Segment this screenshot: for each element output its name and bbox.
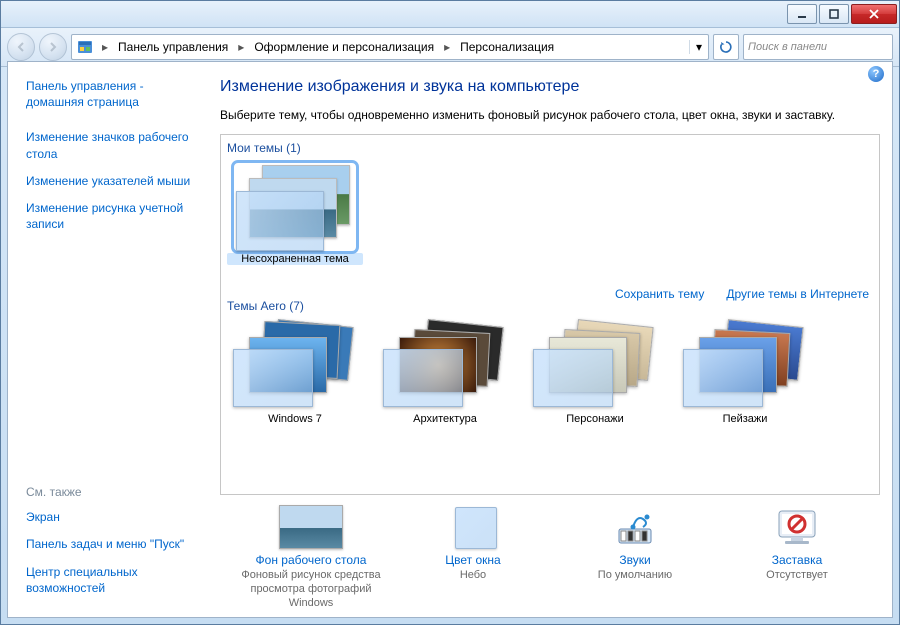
window: ▸ Панель управления ▸ Оформление и персо… (0, 0, 900, 625)
setting-value: По умолчанию (554, 569, 716, 583)
titlebar (1, 1, 899, 28)
settings-row: Фон рабочего стола Фоновый рисунок средс… (220, 495, 888, 617)
setting-sounds[interactable]: Звуки По умолчанию (554, 505, 716, 617)
my-themes-row: Несохраненная тема (221, 161, 879, 265)
theme-item-unsaved[interactable]: Несохраненная тема (227, 165, 363, 265)
theme-thumbnail (381, 323, 509, 409)
setting-link[interactable]: Фон рабочего стола (256, 553, 367, 567)
forward-button[interactable] (39, 33, 67, 61)
breadcrumb-segment[interactable]: Оформление и персонализация (248, 35, 440, 59)
chevron-right-icon[interactable]: ▸ (440, 35, 454, 59)
theme-label: Несохраненная тема (227, 253, 363, 265)
see-also-section: См. также Экран Панель задач и меню "Пус… (26, 485, 198, 607)
screensaver-icon (765, 505, 829, 549)
theme-thumbnail (681, 323, 809, 409)
help-icon[interactable]: ? (868, 66, 884, 82)
setting-value: Отсутствует (716, 569, 878, 583)
setting-window-color[interactable]: Цвет окна Небо (392, 505, 554, 617)
theme-item-windows7[interactable]: Windows 7 (227, 323, 363, 425)
setting-link[interactable]: Цвет окна (445, 553, 500, 567)
aero-themes-row: Windows 7 Архитектура (221, 319, 879, 425)
client-area: Панель управления - домашняя страница Из… (7, 61, 893, 618)
setting-link[interactable]: Заставка (772, 553, 823, 567)
theme-label: Архитектура (377, 413, 513, 425)
minimize-button[interactable] (787, 4, 817, 24)
search-input[interactable]: Поиск в панели (743, 34, 893, 60)
maximize-button[interactable] (819, 4, 849, 24)
setting-value: Небо (392, 569, 554, 583)
search-placeholder: Поиск в панели (748, 41, 827, 53)
desktop-background-icon (279, 505, 343, 549)
sidebar-link-desktop-icons[interactable]: Изменение значков рабочего стола (26, 129, 198, 161)
back-button[interactable] (7, 33, 35, 61)
see-also-ease-of-access[interactable]: Центр специальных возможностей (26, 564, 198, 596)
breadcrumb-dropdown[interactable]: ▾ (689, 40, 708, 54)
breadcrumb[interactable]: ▸ Панель управления ▸ Оформление и персо… (71, 34, 709, 60)
breadcrumb-icon (74, 36, 96, 58)
theme-label: Windows 7 (227, 413, 363, 425)
window-color-icon (441, 505, 505, 549)
my-themes-header: Мои темы (1) (221, 135, 879, 161)
setting-screensaver[interactable]: Заставка Отсутствует (716, 505, 878, 617)
theme-actions: Сохранить тему Другие темы в Интернете (615, 287, 869, 301)
theme-item-landscapes[interactable]: Пейзажи (677, 323, 813, 425)
theme-item-architecture[interactable]: Архитектура (377, 323, 513, 425)
main-content: ? Изменение изображения и звука на компь… (210, 62, 892, 617)
sidebar: Панель управления - домашняя страница Из… (8, 62, 210, 617)
setting-link[interactable]: Звуки (619, 553, 650, 567)
setting-value: Фоновый рисунок средства просмотра фотог… (230, 569, 392, 610)
sidebar-link-mouse-pointers[interactable]: Изменение указателей мыши (26, 173, 198, 189)
online-themes-link[interactable]: Другие темы в Интернете (726, 287, 869, 301)
themes-container: Мои темы (1) Несохраненная тема Сохранит… (220, 134, 880, 495)
sidebar-home[interactable]: Панель управления - домашняя страница (26, 78, 198, 110)
chevron-right-icon[interactable]: ▸ (234, 35, 248, 59)
close-button[interactable] (851, 4, 897, 24)
sidebar-link-account-picture[interactable]: Изменение рисунка учетной записи (26, 200, 198, 232)
theme-thumbnail (531, 323, 659, 409)
theme-label: Персонажи (527, 413, 663, 425)
page-heading: Изменение изображения и звука на компьют… (220, 78, 888, 96)
setting-desktop-background[interactable]: Фон рабочего стола Фоновый рисунок средс… (230, 505, 392, 617)
theme-item-characters[interactable]: Персонажи (527, 323, 663, 425)
see-also-header: См. также (26, 485, 198, 499)
page-description: Выберите тему, чтобы одновременно измени… (220, 108, 888, 122)
breadcrumb-segment[interactable]: Панель управления (112, 35, 234, 59)
save-theme-link[interactable]: Сохранить тему (615, 287, 704, 301)
breadcrumb-segment[interactable]: Персонализация (454, 35, 560, 59)
sounds-icon (603, 505, 667, 549)
theme-thumbnail (236, 165, 354, 249)
refresh-button[interactable] (713, 34, 739, 60)
see-also-taskbar[interactable]: Панель задач и меню "Пуск" (26, 536, 198, 552)
chevron-right-icon[interactable]: ▸ (98, 35, 112, 59)
theme-label: Пейзажи (677, 413, 813, 425)
see-also-display[interactable]: Экран (26, 509, 198, 525)
theme-thumbnail (231, 323, 359, 409)
